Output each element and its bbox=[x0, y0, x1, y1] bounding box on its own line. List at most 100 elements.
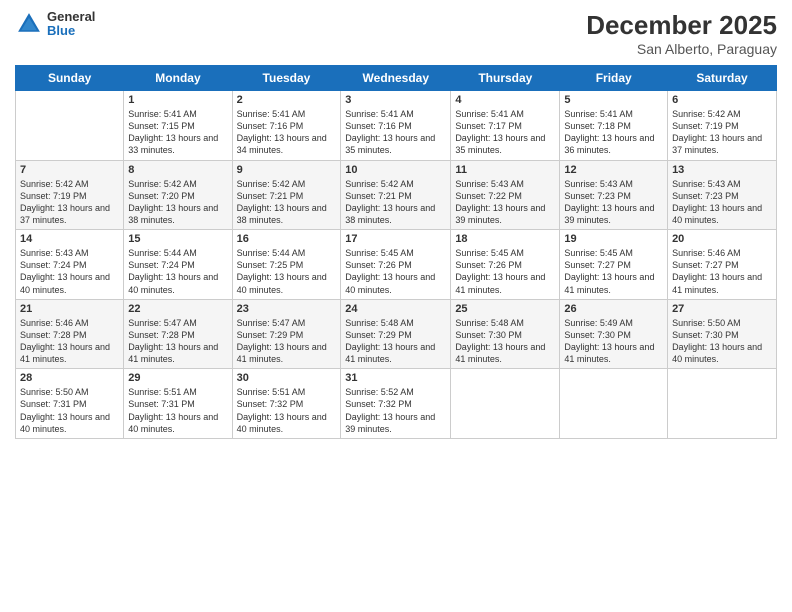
calendar-cell: 15 Sunrise: 5:44 AMSunset: 7:24 PMDaylig… bbox=[124, 230, 232, 300]
calendar-cell: 27 Sunrise: 5:50 AMSunset: 7:30 PMDaylig… bbox=[668, 299, 777, 369]
calendar-cell: 23 Sunrise: 5:47 AMSunset: 7:29 PMDaylig… bbox=[232, 299, 341, 369]
day-number: 24 bbox=[345, 303, 446, 315]
day-header-tuesday: Tuesday bbox=[232, 66, 341, 91]
calendar-header-row: SundayMondayTuesdayWednesdayThursdayFrid… bbox=[16, 66, 777, 91]
calendar-cell: 10 Sunrise: 5:42 AMSunset: 7:21 PMDaylig… bbox=[341, 160, 451, 230]
calendar-week-row: 28 Sunrise: 5:50 AMSunset: 7:31 PMDaylig… bbox=[16, 369, 777, 439]
calendar-cell: 21 Sunrise: 5:46 AMSunset: 7:28 PMDaylig… bbox=[16, 299, 124, 369]
calendar-cell: 18 Sunrise: 5:45 AMSunset: 7:26 PMDaylig… bbox=[451, 230, 560, 300]
calendar-cell: 17 Sunrise: 5:45 AMSunset: 7:26 PMDaylig… bbox=[341, 230, 451, 300]
day-info: Sunrise: 5:42 AMSunset: 7:20 PMDaylight:… bbox=[128, 179, 218, 225]
day-number: 26 bbox=[564, 303, 663, 315]
calendar-cell: 28 Sunrise: 5:50 AMSunset: 7:31 PMDaylig… bbox=[16, 369, 124, 439]
day-info: Sunrise: 5:48 AMSunset: 7:30 PMDaylight:… bbox=[455, 318, 545, 364]
day-info: Sunrise: 5:44 AMSunset: 7:24 PMDaylight:… bbox=[128, 248, 218, 294]
calendar-cell: 30 Sunrise: 5:51 AMSunset: 7:32 PMDaylig… bbox=[232, 369, 341, 439]
logo-blue: Blue bbox=[47, 24, 95, 38]
day-info: Sunrise: 5:41 AMSunset: 7:16 PMDaylight:… bbox=[345, 109, 435, 155]
calendar-cell: 29 Sunrise: 5:51 AMSunset: 7:31 PMDaylig… bbox=[124, 369, 232, 439]
day-number: 11 bbox=[455, 164, 555, 176]
day-number: 17 bbox=[345, 233, 446, 245]
day-number: 27 bbox=[672, 303, 772, 315]
day-info: Sunrise: 5:44 AMSunset: 7:25 PMDaylight:… bbox=[237, 248, 327, 294]
day-number: 29 bbox=[128, 372, 227, 384]
day-number: 6 bbox=[672, 94, 772, 106]
calendar-cell: 24 Sunrise: 5:48 AMSunset: 7:29 PMDaylig… bbox=[341, 299, 451, 369]
day-info: Sunrise: 5:42 AMSunset: 7:21 PMDaylight:… bbox=[345, 179, 435, 225]
day-number: 3 bbox=[345, 94, 446, 106]
calendar-cell bbox=[451, 369, 560, 439]
day-info: Sunrise: 5:50 AMSunset: 7:30 PMDaylight:… bbox=[672, 318, 762, 364]
calendar-cell: 16 Sunrise: 5:44 AMSunset: 7:25 PMDaylig… bbox=[232, 230, 341, 300]
calendar-cell: 8 Sunrise: 5:42 AMSunset: 7:20 PMDayligh… bbox=[124, 160, 232, 230]
day-number: 15 bbox=[128, 233, 227, 245]
day-info: Sunrise: 5:42 AMSunset: 7:19 PMDaylight:… bbox=[20, 179, 110, 225]
calendar-table: SundayMondayTuesdayWednesdayThursdayFrid… bbox=[15, 65, 777, 439]
day-info: Sunrise: 5:43 AMSunset: 7:22 PMDaylight:… bbox=[455, 179, 545, 225]
day-info: Sunrise: 5:42 AMSunset: 7:19 PMDaylight:… bbox=[672, 109, 762, 155]
day-number: 12 bbox=[564, 164, 663, 176]
calendar-cell: 20 Sunrise: 5:46 AMSunset: 7:27 PMDaylig… bbox=[668, 230, 777, 300]
day-number: 31 bbox=[345, 372, 446, 384]
header: General Blue December 2025 San Alberto, … bbox=[15, 10, 777, 57]
day-number: 28 bbox=[20, 372, 119, 384]
day-info: Sunrise: 5:50 AMSunset: 7:31 PMDaylight:… bbox=[20, 387, 110, 433]
day-info: Sunrise: 5:41 AMSunset: 7:15 PMDaylight:… bbox=[128, 109, 218, 155]
day-number: 1 bbox=[128, 94, 227, 106]
calendar-cell bbox=[560, 369, 668, 439]
logo-text: General Blue bbox=[47, 10, 95, 39]
day-number: 30 bbox=[237, 372, 337, 384]
calendar-cell: 22 Sunrise: 5:47 AMSunset: 7:28 PMDaylig… bbox=[124, 299, 232, 369]
calendar-cell: 1 Sunrise: 5:41 AMSunset: 7:15 PMDayligh… bbox=[124, 91, 232, 161]
day-number: 2 bbox=[237, 94, 337, 106]
calendar-cell: 2 Sunrise: 5:41 AMSunset: 7:16 PMDayligh… bbox=[232, 91, 341, 161]
calendar-week-row: 21 Sunrise: 5:46 AMSunset: 7:28 PMDaylig… bbox=[16, 299, 777, 369]
day-number: 7 bbox=[20, 164, 119, 176]
calendar-cell: 26 Sunrise: 5:49 AMSunset: 7:30 PMDaylig… bbox=[560, 299, 668, 369]
day-info: Sunrise: 5:41 AMSunset: 7:16 PMDaylight:… bbox=[237, 109, 327, 155]
calendar-cell: 6 Sunrise: 5:42 AMSunset: 7:19 PMDayligh… bbox=[668, 91, 777, 161]
calendar-week-row: 7 Sunrise: 5:42 AMSunset: 7:19 PMDayligh… bbox=[16, 160, 777, 230]
day-info: Sunrise: 5:46 AMSunset: 7:27 PMDaylight:… bbox=[672, 248, 762, 294]
day-header-thursday: Thursday bbox=[451, 66, 560, 91]
day-info: Sunrise: 5:43 AMSunset: 7:24 PMDaylight:… bbox=[20, 248, 110, 294]
day-info: Sunrise: 5:41 AMSunset: 7:17 PMDaylight:… bbox=[455, 109, 545, 155]
calendar-cell: 3 Sunrise: 5:41 AMSunset: 7:16 PMDayligh… bbox=[341, 91, 451, 161]
day-header-sunday: Sunday bbox=[16, 66, 124, 91]
calendar-week-row: 14 Sunrise: 5:43 AMSunset: 7:24 PMDaylig… bbox=[16, 230, 777, 300]
day-info: Sunrise: 5:45 AMSunset: 7:26 PMDaylight:… bbox=[455, 248, 545, 294]
logo-general: General bbox=[47, 10, 95, 24]
day-info: Sunrise: 5:47 AMSunset: 7:29 PMDaylight:… bbox=[237, 318, 327, 364]
day-info: Sunrise: 5:51 AMSunset: 7:32 PMDaylight:… bbox=[237, 387, 327, 433]
day-header-wednesday: Wednesday bbox=[341, 66, 451, 91]
calendar-cell: 12 Sunrise: 5:43 AMSunset: 7:23 PMDaylig… bbox=[560, 160, 668, 230]
day-number: 5 bbox=[564, 94, 663, 106]
day-number: 4 bbox=[455, 94, 555, 106]
calendar-cell bbox=[668, 369, 777, 439]
day-number: 14 bbox=[20, 233, 119, 245]
day-info: Sunrise: 5:48 AMSunset: 7:29 PMDaylight:… bbox=[345, 318, 435, 364]
main-title: December 2025 bbox=[586, 10, 777, 41]
day-header-friday: Friday bbox=[560, 66, 668, 91]
day-number: 21 bbox=[20, 303, 119, 315]
day-info: Sunrise: 5:47 AMSunset: 7:28 PMDaylight:… bbox=[128, 318, 218, 364]
calendar-cell: 25 Sunrise: 5:48 AMSunset: 7:30 PMDaylig… bbox=[451, 299, 560, 369]
day-info: Sunrise: 5:41 AMSunset: 7:18 PMDaylight:… bbox=[564, 109, 654, 155]
calendar-cell: 7 Sunrise: 5:42 AMSunset: 7:19 PMDayligh… bbox=[16, 160, 124, 230]
calendar-cell: 31 Sunrise: 5:52 AMSunset: 7:32 PMDaylig… bbox=[341, 369, 451, 439]
calendar-cell: 19 Sunrise: 5:45 AMSunset: 7:27 PMDaylig… bbox=[560, 230, 668, 300]
day-header-saturday: Saturday bbox=[668, 66, 777, 91]
page: General Blue December 2025 San Alberto, … bbox=[0, 0, 792, 612]
subtitle: San Alberto, Paraguay bbox=[586, 41, 777, 57]
day-number: 9 bbox=[237, 164, 337, 176]
day-number: 10 bbox=[345, 164, 446, 176]
day-header-monday: Monday bbox=[124, 66, 232, 91]
calendar-cell: 13 Sunrise: 5:43 AMSunset: 7:23 PMDaylig… bbox=[668, 160, 777, 230]
day-info: Sunrise: 5:43 AMSunset: 7:23 PMDaylight:… bbox=[672, 179, 762, 225]
logo: General Blue bbox=[15, 10, 95, 39]
day-info: Sunrise: 5:46 AMSunset: 7:28 PMDaylight:… bbox=[20, 318, 110, 364]
day-number: 16 bbox=[237, 233, 337, 245]
calendar-cell: 9 Sunrise: 5:42 AMSunset: 7:21 PMDayligh… bbox=[232, 160, 341, 230]
calendar-cell: 11 Sunrise: 5:43 AMSunset: 7:22 PMDaylig… bbox=[451, 160, 560, 230]
logo-icon bbox=[15, 10, 43, 38]
